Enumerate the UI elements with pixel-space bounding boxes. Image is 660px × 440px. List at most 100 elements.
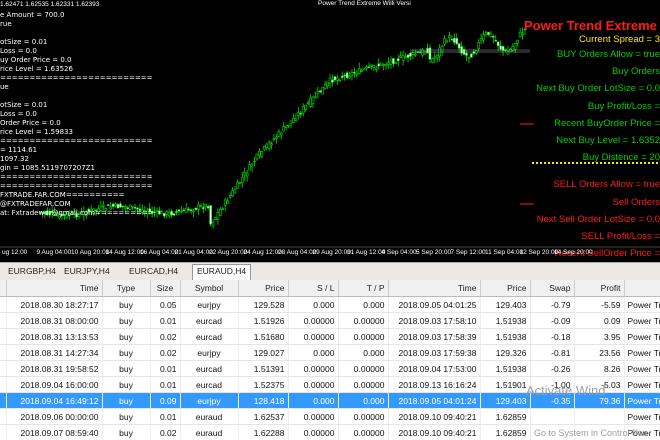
x-axis-label: 29 Aug 20:00	[312, 249, 351, 256]
table-cell: 128.418	[238, 392, 289, 409]
overlay-line: rice Level = 1.63526	[0, 65, 73, 73]
price-chart[interactable]: 1.62471 1.62535 1.62331 1.62393 Power Tr…	[0, 0, 660, 262]
table-cell: 2018.09.10 09:40:21	[388, 424, 481, 440]
table-cell: eurcad	[180, 360, 239, 377]
table-cell: 1.62859	[480, 408, 531, 425]
table-cell: 129.403	[480, 392, 531, 409]
x-axis-label: 28 Aug 04:00	[278, 249, 317, 256]
table-cell: buy	[102, 392, 151, 409]
panel-row: Current Spread = 3	[578, 34, 660, 45]
panel-row: SELL Orders Allow = true	[553, 179, 660, 191]
table-row[interactable]: 2018.08.30 18:27:17 buy 0.05 eurjpy 129.528 0…	[0, 296, 660, 313]
panel-row: Next Sell Order LotSize = 0.0	[536, 213, 660, 225]
tab-eurcad-h4[interactable]: EURCAD,H4	[125, 265, 182, 278]
column-header[interactable]: Symbol	[180, 280, 239, 297]
table-cell: eurjpy	[180, 296, 239, 313]
tab-eurjpy-h4[interactable]: EURJPY,H4	[60, 265, 114, 278]
table-row[interactable]: 2018.08.31 19:58:52 buy 0.01 eurcad 1.51391 0…	[0, 360, 660, 377]
activate-windows-hint: Go to System in Control Pan	[534, 428, 649, 438]
table-cell: eurcad	[180, 312, 239, 329]
column-header[interactable]: Size	[150, 280, 181, 297]
table-cell: eurjpy	[180, 392, 239, 409]
table-cell: eurjpy	[180, 344, 239, 361]
column-header[interactable]: Swap	[530, 280, 575, 297]
activate-windows-watermark: Activate Wind	[526, 383, 606, 398]
panel-row: Buy Orders	[611, 66, 660, 78]
table-cell: 0.00000	[288, 376, 339, 393]
x-axis-label: 5 Sep 20:00	[416, 249, 452, 256]
table-cell: 0.09	[150, 392, 181, 409]
table-cell: 0.000	[338, 296, 389, 313]
table-cell: 2018.09.04 16:49:12	[6, 392, 103, 409]
overlay-line: uy Order Price = 0.0	[0, 56, 72, 64]
table-cell: 0.02	[150, 344, 181, 361]
table-cell: 2018.09.04 16:00:00	[6, 376, 103, 393]
table-cell	[530, 408, 575, 425]
overlay-line: ==========================	[0, 173, 153, 181]
table-cell: 2018.09.03 17:59:38	[388, 344, 481, 361]
overlay-line: FXTRADE.FAR.COM==========	[0, 191, 125, 199]
x-axis-label: 7 Sep 12:00	[450, 249, 486, 256]
table-cell: 2018.08.31 14:27:34	[6, 344, 103, 361]
table-cell: 129.027	[238, 344, 289, 361]
panel-title: Power Trend Extreme	[524, 18, 657, 33]
column-header[interactable]: Type	[102, 280, 151, 297]
table-cell: 2018.09.04 17:53:00	[388, 360, 481, 377]
overlay-line: ==========================	[0, 182, 153, 190]
table-row[interactable]: 2018.09.06 00:00:00 buy 0.01 euraud 1.62537 0…	[0, 408, 660, 425]
column-header[interactable]	[624, 280, 660, 297]
column-header[interactable]: S / L	[288, 280, 339, 297]
table-cell: 1.51901	[480, 376, 531, 393]
table-cell: 2018.09.10 09:40:21	[388, 408, 481, 425]
table-cell: buy	[102, 312, 151, 329]
overlay-line: Loss = 0.0	[0, 47, 37, 55]
table-cell: Power Trend E	[624, 344, 660, 361]
account-info-overlay: e Amount = 700.0 rue otSize = 0.01 Loss = …	[0, 11, 154, 218]
column-header[interactable]: Price	[238, 280, 289, 297]
table-row[interactable]: 2018.08.31 13:13:53 buy 0.02 eurcad 1.51680 0…	[0, 328, 660, 345]
overlay-line: otSize = 0.01	[0, 101, 48, 109]
table-cell: 2018.09.03 17:58:39	[388, 328, 481, 345]
panel-row: BUY Orders Allow = true	[556, 49, 660, 60]
x-axis-label: 22 Aug 20:00	[209, 249, 248, 256]
panel-divider	[532, 162, 658, 164]
table-cell: eurcad	[180, 328, 239, 345]
column-header[interactable]: Time	[6, 280, 103, 297]
x-axis-label: 9 Aug 04:00	[36, 249, 72, 256]
table-cell: Power Trend E	[624, 328, 660, 345]
column-header[interactable]: Price	[480, 280, 531, 297]
x-axis-label: 14 Sep 20:00	[554, 249, 593, 256]
table-cell: 1.51391	[238, 360, 289, 377]
x-axis-label: 4 Sep 04:00	[381, 249, 417, 256]
overlay-line	[0, 29, 154, 38]
table-row[interactable]: 2018.08.31 08:00:00 buy 0.01 eurcad 1.51926 0…	[0, 312, 660, 329]
column-header[interactable]: Time	[388, 280, 481, 297]
table-cell: 1.51938	[480, 360, 531, 377]
table-cell: 129.528	[238, 296, 289, 313]
tab-eurgbp-h4[interactable]: EURGBP,H4	[4, 265, 60, 278]
table-cell: 1.51938	[480, 312, 531, 329]
table-cell: buy	[102, 296, 151, 313]
x-axis-label: 16 Aug 04:00	[140, 249, 179, 256]
table-cell: 2018.09.05 04:01:24	[388, 392, 481, 409]
table-cell: buy	[102, 344, 151, 361]
column-header[interactable]: T / P	[338, 280, 389, 297]
overlay-line: @FXTRADEFAR.COM	[0, 200, 71, 208]
overlay-line	[0, 92, 154, 101]
table-cell: buy	[102, 360, 151, 377]
table-cell: 3.95	[574, 328, 625, 345]
table-cell: 0.00000	[288, 312, 339, 329]
table-cell: 0.00000	[338, 424, 389, 440]
table-cell: 2018.09.05 04:01:25	[388, 296, 481, 313]
table-row[interactable]: 2018.08.31 14:27:34 buy 0.02 eurjpy 129.027 0…	[0, 344, 660, 361]
overlay-line: 1097.32	[0, 155, 29, 163]
panel-row: Recent BuyOrder Price =	[554, 117, 660, 129]
table-cell: 2018.08.31 19:58:52	[6, 360, 103, 377]
column-header[interactable]: Profit	[574, 280, 625, 297]
table-cell: Power Trend E	[624, 376, 660, 393]
x-axis-label: 21 Aug 04:00	[174, 249, 213, 256]
overlay-line: at: Fxtradewar@gmail.com==========	[0, 209, 154, 217]
table-cell: 1.51938	[480, 328, 531, 345]
table-cell: 0.05	[150, 296, 181, 313]
tab-euraud-h4[interactable]: EURAUD,H4	[192, 264, 252, 280]
